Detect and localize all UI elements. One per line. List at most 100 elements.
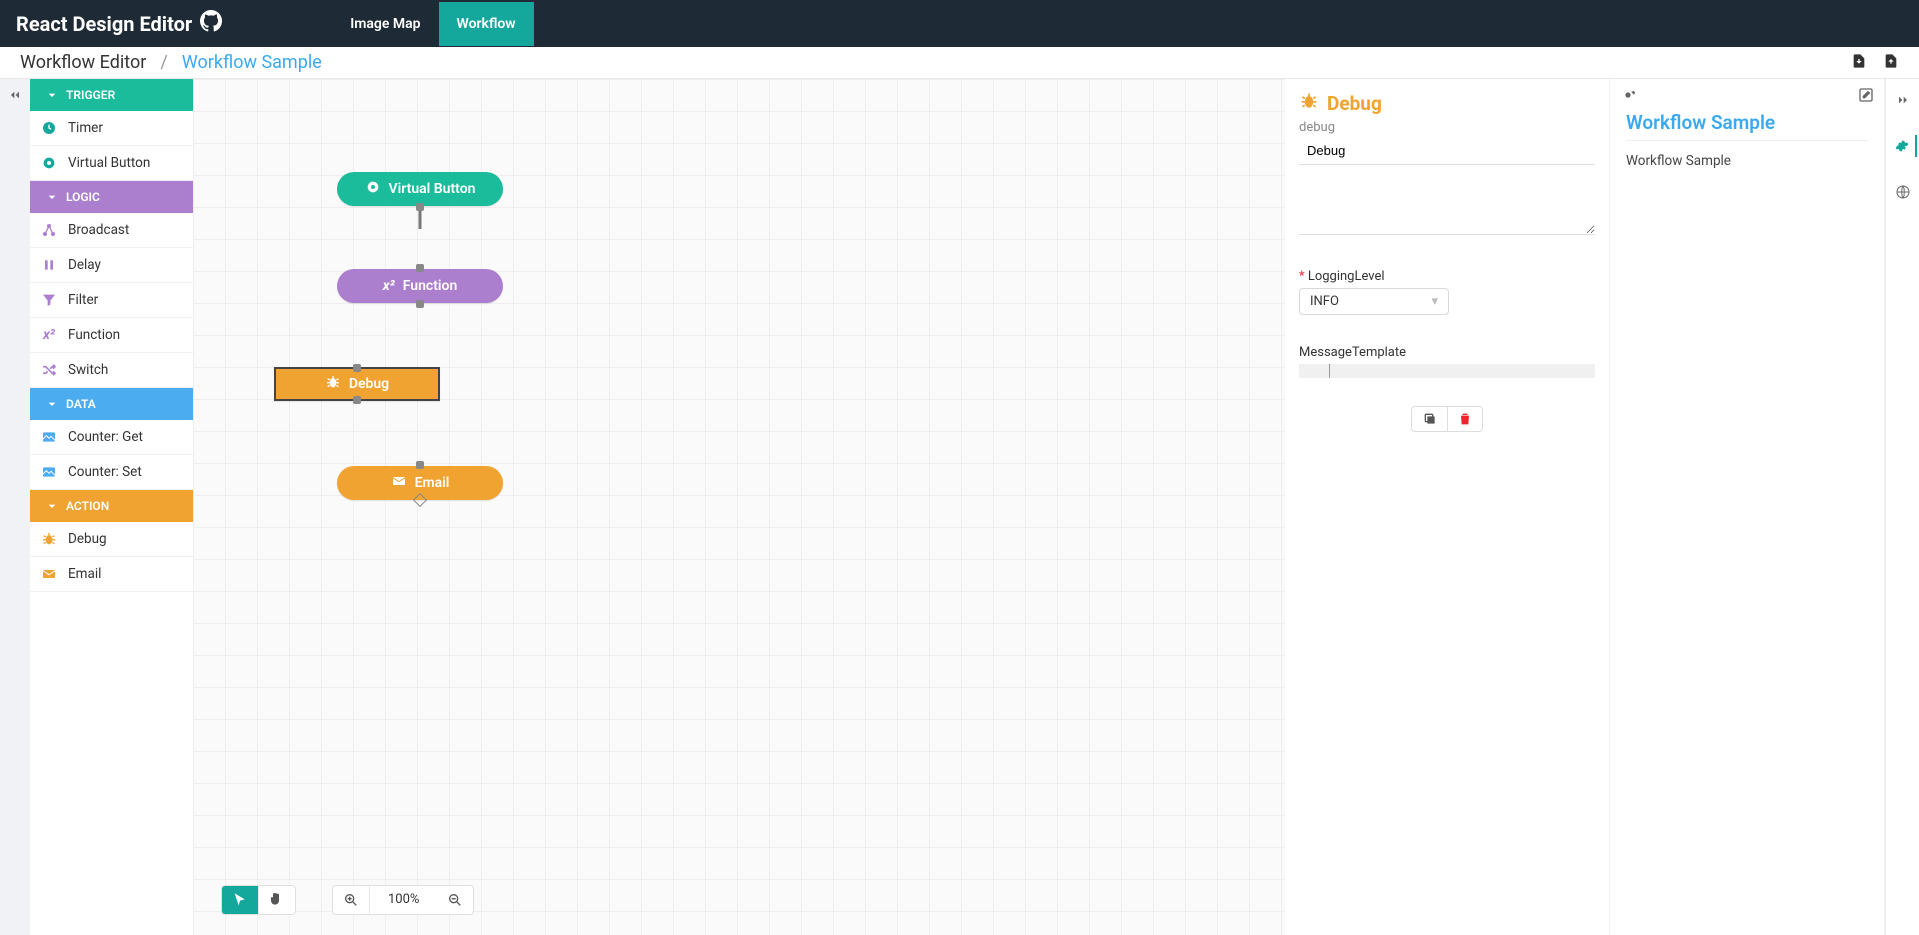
globe-icon[interactable] [1892,181,1914,203]
port-out[interactable] [416,203,424,211]
zoom-out-button[interactable] [437,886,473,914]
node-label: Virtual Button [389,181,476,197]
palette-title-data: DATA [66,397,96,411]
image-icon [40,428,58,446]
expand-panel-icon[interactable] [1892,89,1914,111]
palette-header-logic[interactable]: LOGIC [30,181,193,213]
port-out[interactable] [353,396,361,404]
app-header: React Design Editor Image Map Workflow [0,0,1919,47]
props-name-input[interactable] [1299,137,1595,165]
github-icon[interactable] [200,10,222,37]
select-value: INFO [1310,294,1339,309]
palette-item-broadcast[interactable]: Broadcast [30,213,193,248]
palette: TRIGGER Timer Virtual Button LOGIC Broad… [30,79,193,935]
palette-item-timer[interactable]: Timer [30,111,193,146]
node-function[interactable]: x² Function [337,269,503,303]
app-title-text: React Design Editor [16,12,192,36]
node-label: Email [415,475,450,491]
port-in[interactable] [416,264,424,272]
palette-collapse[interactable] [0,79,30,935]
palette-item-filter[interactable]: Filter [30,283,193,318]
header-tabs: Image Map Workflow [332,2,533,46]
props-actions [1299,406,1595,432]
palette-item-counter-set[interactable]: Counter: Set [30,455,193,490]
overview-panel: Workflow Sample Workflow Sample [1610,79,1885,935]
envelope-icon [391,473,407,493]
node-debug[interactable]: Debug [274,367,440,401]
breadcrumb-parent[interactable]: Workflow Editor [20,52,146,73]
gear-icon[interactable] [1895,135,1917,157]
palette-header-trigger[interactable]: TRIGGER [30,79,193,111]
palette-header-action[interactable]: ACTION [30,490,193,522]
breadcrumb-current: Workflow Sample [182,52,322,73]
text-cursor [1329,364,1330,378]
download-icon[interactable] [1851,53,1867,73]
props-description-input[interactable] [1299,175,1595,235]
palette-item-function[interactable]: x² Function [30,318,193,353]
palette-item-label: Timer [68,120,103,136]
palette-item-label: Function [68,327,120,343]
breadcrumb: Workflow Editor / Workflow Sample [20,52,322,73]
dot-circle-icon [365,179,381,199]
clock-icon [40,119,58,137]
palette-item-virtual-button[interactable]: Virtual Button [30,146,193,181]
logging-level-select[interactable]: INFO ▾ [1299,288,1449,315]
node-virtual-button[interactable]: Virtual Button [337,172,503,206]
breadcrumb-sep: / [160,52,167,73]
palette-item-label: Counter: Get [68,429,143,445]
right-rail [1885,79,1919,935]
canvas-grid [193,79,1285,935]
overview-title: Workflow Sample [1626,111,1868,134]
envelope-icon [40,565,58,583]
zoom-in-button[interactable] [333,886,370,914]
palette-item-counter-get[interactable]: Counter: Get [30,420,193,455]
palette-item-email[interactable]: Email [30,557,193,592]
overview-body: Workflow Sample [1626,140,1868,169]
edit-icon[interactable] [1858,87,1874,107]
props-subtitle: debug [1299,120,1595,135]
port-out[interactable] [416,300,424,308]
gear-icon[interactable] [1620,87,1636,107]
node-label: Function [403,278,458,294]
hand-tool[interactable] [259,886,295,914]
palette-title-logic: LOGIC [66,190,100,204]
zoom-value: 100% [370,886,437,914]
palette-item-label: Virtual Button [68,155,150,171]
dot-circle-icon [40,154,58,172]
palette-item-label: Counter: Set [68,464,142,480]
palette-title-action: ACTION [66,499,109,513]
image-icon [40,463,58,481]
palette-item-label: Debug [68,531,107,547]
node-email[interactable]: Email [337,466,503,500]
pointer-tool[interactable] [222,886,259,914]
palette-item-switch[interactable]: Switch [30,353,193,388]
palette-header-data[interactable]: DATA [30,388,193,420]
palette-item-debug[interactable]: Debug [30,522,193,557]
delete-button[interactable] [1447,406,1483,432]
props-title-text: Debug [1327,92,1382,115]
app-title: React Design Editor [16,10,222,37]
canvas[interactable]: Virtual Button x² Function Debug Email [193,79,1285,935]
palette-item-label: Broadcast [68,222,129,238]
pause-icon [40,256,58,274]
function-icon: x² [40,326,58,344]
tab-workflow[interactable]: Workflow [439,2,534,46]
shuffle-icon [40,361,58,379]
palette-item-label: Filter [68,292,98,308]
port-in[interactable] [416,461,424,469]
palette-item-delay[interactable]: Delay [30,248,193,283]
chevron-down-icon: ▾ [1431,294,1438,309]
port-in[interactable] [353,364,361,372]
bug-icon [40,530,58,548]
palette-item-label: Email [68,566,101,582]
logging-level-label: LoggingLevel [1299,269,1595,284]
props-title: Debug [1299,91,1595,116]
upload-icon[interactable] [1883,53,1899,73]
message-template-input[interactable] [1299,364,1595,378]
duplicate-button[interactable] [1411,406,1447,432]
tab-imagemap[interactable]: Image Map [332,2,438,46]
properties-panel: Debug debug LoggingLevel INFO ▾ MessageT… [1285,79,1610,935]
filter-icon [40,291,58,309]
canvas-toolbar: 100% [221,885,474,915]
bug-icon [325,374,341,394]
